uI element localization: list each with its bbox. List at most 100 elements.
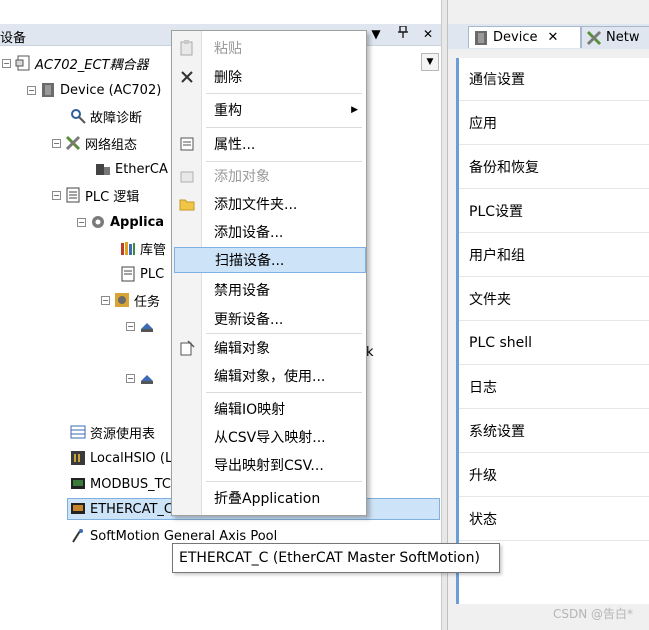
add-object-icon: [179, 168, 195, 184]
tree-node-task[interactable]: −: [126, 315, 159, 337]
tree-node-diagnostics[interactable]: 故障诊断: [70, 105, 142, 127]
collapse-icon[interactable]: −: [2, 58, 11, 68]
plc-program-icon: [120, 266, 136, 282]
tab-network[interactable]: Netw: [581, 26, 649, 48]
edit-object-icon: [179, 340, 195, 356]
pin-icon[interactable]: [395, 25, 411, 42]
tree-node-label: PLC 逻辑: [85, 189, 140, 205]
menu-item-properties[interactable]: 属性...: [172, 131, 368, 157]
close-tab-icon[interactable]: ✕: [547, 30, 558, 45]
tree-node-label: 故障诊断: [90, 110, 143, 126]
application-gear-icon: [90, 214, 106, 230]
network-config-icon: [65, 135, 81, 151]
menu-item-scan-devices[interactable]: 扫描设备...: [174, 247, 366, 273]
menu-item-edit-io-mapping[interactable]: 编辑IO映射: [172, 396, 368, 422]
tree-node-application[interactable]: − Applica: [77, 211, 164, 233]
properties-icon: [179, 136, 195, 152]
setting-backup-restore[interactable]: 备份和恢复: [459, 146, 649, 189]
tree-node-label: LocalHSIO (L: [90, 450, 173, 466]
tree-node-project[interactable]: − AC702_ECT耦合器: [2, 52, 149, 74]
tree-node-label: PLC: [140, 266, 165, 282]
menu-item-delete[interactable]: 删除: [172, 64, 368, 90]
panel-dropdown-icon[interactable]: ▼: [368, 26, 384, 42]
collapse-icon[interactable]: −: [27, 85, 36, 95]
tree-node-task-2[interactable]: −: [126, 367, 159, 389]
diagnostics-icon: [70, 108, 86, 124]
tree-node-label: SoftMotion General Axis Pool: [90, 528, 278, 544]
tree-node-label: MODBUS_TC: [90, 476, 171, 492]
close-panel-icon[interactable]: ✕: [420, 26, 436, 42]
menu-item-refactor[interactable]: 重构 ▶: [172, 97, 368, 123]
task-config-icon: [114, 292, 130, 308]
tree-node-task-config[interactable]: − 任务: [101, 289, 160, 311]
menu-separator: [206, 481, 362, 482]
tree-node-modbus[interactable]: MODBUS_TC: [70, 473, 171, 495]
setting-plc-shell[interactable]: PLC shell: [459, 322, 649, 365]
tree-node-network-config[interactable]: − 网络组态: [52, 132, 137, 154]
tree-node-ethercat[interactable]: EtherCA: [95, 158, 168, 180]
setting-log[interactable]: 日志: [459, 366, 649, 409]
task-icon: [139, 370, 155, 386]
context-menu: 粘贴 删除 重构 ▶ 属性... 添加对象 添加文件夹... 添加设备... 扫…: [171, 30, 367, 516]
menu-item-edit-object-with[interactable]: 编辑对象，使用...: [172, 363, 368, 389]
menu-separator: [206, 161, 362, 162]
setting-status[interactable]: 状态: [459, 498, 649, 541]
menu-item-collapse-application[interactable]: 折叠Application: [172, 485, 368, 511]
menu-separator: [206, 93, 362, 94]
axis-pool-icon: [70, 528, 86, 544]
setting-system[interactable]: 系统设置: [459, 410, 649, 453]
collapse-icon[interactable]: −: [52, 138, 61, 148]
tree-node-label: AC702_ECT耦合器: [35, 57, 149, 73]
tree-node-local-hsio[interactable]: LocalHSIO (L: [70, 447, 172, 469]
tree-node-plc-prg[interactable]: PLC: [120, 263, 164, 285]
setting-communication[interactable]: 通信设置: [459, 58, 649, 101]
device-editor-panel: Device ✕ Netw 通信设置 应用 备份和恢复 PLC设置 用户和组 文…: [447, 0, 649, 630]
tree-node-label: Applica: [110, 214, 165, 230]
resource-table-icon: [70, 424, 86, 440]
tab-label: Netw: [606, 30, 640, 45]
task-icon: [139, 318, 155, 334]
ethercat-device-icon: [95, 161, 111, 177]
collapse-icon[interactable]: −: [77, 217, 86, 227]
menu-item-paste[interactable]: 粘贴: [172, 35, 368, 61]
modbus-icon: [70, 476, 86, 492]
collapse-icon[interactable]: −: [126, 321, 135, 331]
tab-device[interactable]: Device ✕: [468, 26, 581, 48]
tree-node-device[interactable]: − Device (AC702): [27, 79, 161, 101]
tab-label: Device: [493, 30, 538, 45]
devices-panel-title: 设备: [0, 31, 27, 46]
collapse-icon[interactable]: −: [126, 373, 135, 383]
menu-item-import-csv[interactable]: 从CSV导入映射...: [172, 424, 368, 450]
menu-separator: [206, 333, 362, 334]
menu-separator: [206, 392, 362, 393]
collapse-icon[interactable]: −: [101, 295, 110, 305]
setting-update[interactable]: 升级: [459, 454, 649, 497]
plc-logic-icon: [65, 187, 81, 203]
paste-icon: [179, 40, 195, 56]
menu-item-disable-device[interactable]: 禁用设备: [172, 277, 368, 303]
collapse-icon[interactable]: −: [52, 190, 61, 200]
setting-users-groups[interactable]: 用户和组: [459, 234, 649, 277]
setting-plc-settings[interactable]: PLC设置: [459, 190, 649, 233]
menu-item-add-device[interactable]: 添加设备...: [172, 219, 368, 245]
watermark: CSDN @告白*: [552, 607, 633, 621]
menu-item-add-object[interactable]: 添加对象: [172, 163, 368, 189]
project-icon: [15, 55, 31, 71]
tree-node-library-manager[interactable]: 库管: [120, 237, 166, 259]
menu-item-export-csv[interactable]: 导出映射到CSV...: [172, 452, 368, 478]
device-settings-list: 通信设置 应用 备份和恢复 PLC设置 用户和组 文件夹 PLC shell 日…: [456, 58, 649, 604]
device-tab-icon: [473, 30, 489, 46]
tree-node-resource-table[interactable]: 资源使用表: [70, 421, 155, 443]
tree-node-label: ETHERCAT_C: [90, 501, 174, 517]
submenu-arrow-icon: ▶: [351, 105, 358, 115]
tree-node-plc-logic[interactable]: − PLC 逻辑: [52, 184, 139, 206]
tree-node-label: Device (AC702): [60, 82, 162, 98]
tree-node-label: 任务: [134, 294, 161, 310]
tooltip: ETHERCAT_C (EtherCAT Master SoftMotion): [172, 543, 500, 573]
setting-files[interactable]: 文件夹: [459, 278, 649, 321]
menu-item-add-folder[interactable]: 添加文件夹...: [172, 191, 368, 217]
menu-item-update-device[interactable]: 更新设备...: [172, 306, 368, 332]
setting-applications[interactable]: 应用: [459, 102, 649, 145]
menu-item-edit-object[interactable]: 编辑对象: [172, 335, 368, 361]
tree-filter-dropdown[interactable]: ▼: [421, 53, 439, 71]
